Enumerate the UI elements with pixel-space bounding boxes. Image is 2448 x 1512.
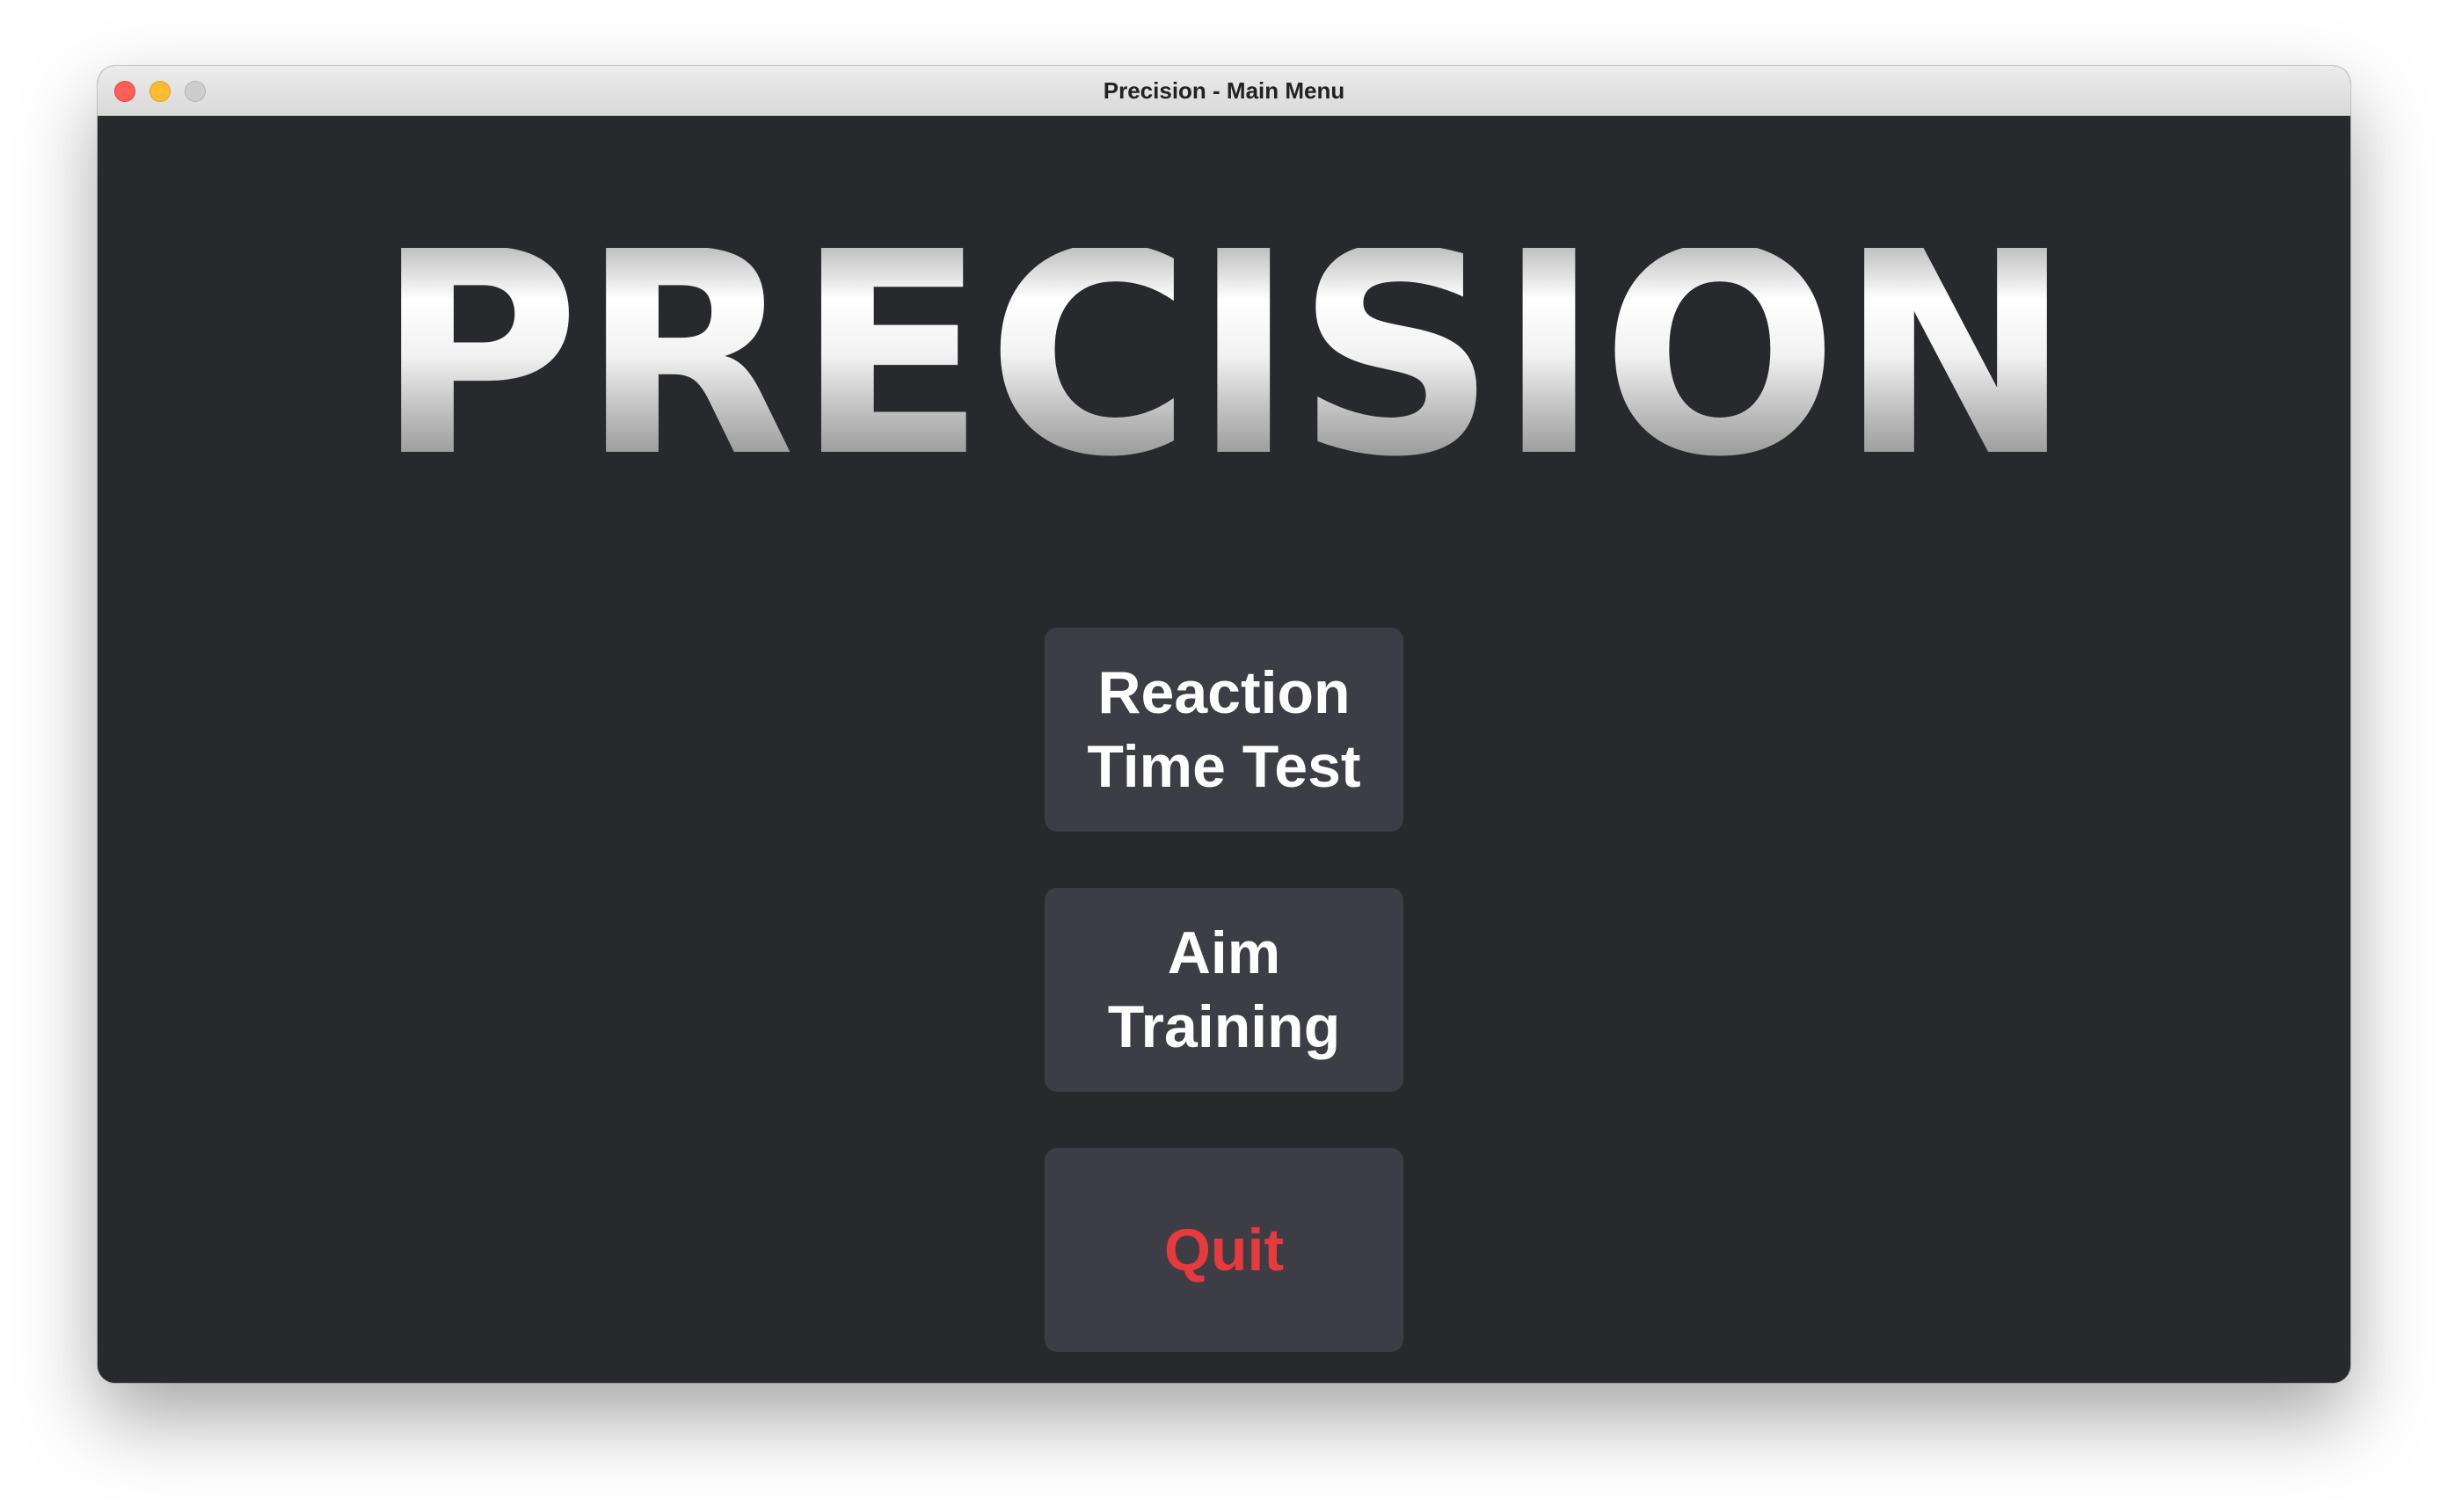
desktop: Precision - Main Menu PRECISION Reaction… xyxy=(0,0,2448,1512)
quit-label: Quit xyxy=(1164,1217,1284,1283)
quit-button[interactable]: Quit xyxy=(1045,1148,1403,1352)
app-window: Precision - Main Menu PRECISION Reaction… xyxy=(98,66,2350,1383)
logo-text: PRECISION xyxy=(375,248,2073,459)
main-menu-screen: PRECISION Reaction Time Test Aim Trainin… xyxy=(98,116,2350,1383)
precision-logo: PRECISION xyxy=(375,248,2073,459)
title-bar[interactable]: Precision - Main Menu xyxy=(98,66,2350,116)
aim-training-button[interactable]: Aim Training xyxy=(1045,888,1403,1092)
reaction-time-test-button[interactable]: Reaction Time Test xyxy=(1045,628,1403,832)
aim-training-label: Aim Training xyxy=(1107,920,1341,1060)
window-title: Precision - Main Menu xyxy=(1103,77,1345,104)
main-menu: Reaction Time Test Aim Training Quit xyxy=(1045,628,1403,1383)
reaction-time-test-label: Reaction Time Test xyxy=(1087,659,1361,800)
